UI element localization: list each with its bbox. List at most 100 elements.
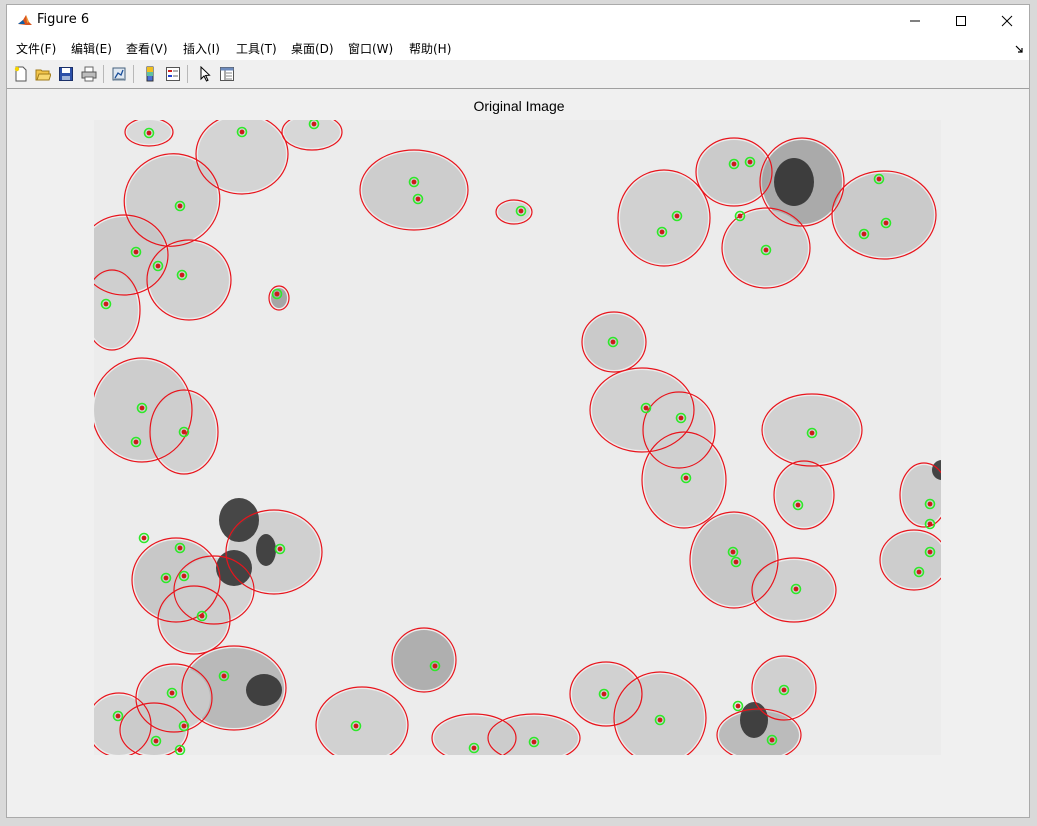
nucleus-marker <box>737 213 743 219</box>
legend-button[interactable] <box>163 64 183 84</box>
new-figure-button[interactable] <box>11 64 31 84</box>
title-bar[interactable]: Figure 6 <box>7 5 1029 36</box>
nucleus-marker <box>163 575 169 581</box>
minimize-button[interactable] <box>892 5 938 36</box>
print-button[interactable] <box>79 64 99 84</box>
edit-plot-button[interactable] <box>195 64 215 84</box>
cell-body <box>834 173 934 257</box>
open-file-button[interactable] <box>33 64 53 84</box>
maximize-button[interactable] <box>938 5 984 36</box>
maximize-icon <box>956 15 966 26</box>
menu-file[interactable]: 文件(F) <box>16 40 56 57</box>
print-icon <box>81 66 97 82</box>
cell-overlay-canvas <box>94 120 941 755</box>
nucleus-marker <box>763 247 769 253</box>
nucleus-marker <box>659 229 665 235</box>
nucleus-marker <box>809 430 815 436</box>
cell-body <box>764 396 860 464</box>
nucleus-marker <box>916 569 922 575</box>
nucleus-marker <box>657 717 663 723</box>
nucleus-marker <box>781 687 787 693</box>
cell-body <box>776 463 832 527</box>
nucleus-marker <box>103 301 109 307</box>
toolbar-separator <box>187 65 188 83</box>
menu-desktop[interactable]: 桌面(D) <box>291 40 334 57</box>
colorbar-icon <box>146 66 154 82</box>
nucleus-marker <box>115 713 121 719</box>
menu-help[interactable]: 帮助(H) <box>409 40 451 57</box>
link-plot-icon <box>112 67 126 81</box>
nucleus-marker <box>927 501 933 507</box>
nucleus-marker <box>179 272 185 278</box>
nucleus-marker <box>353 723 359 729</box>
nucleus-marker <box>674 213 680 219</box>
menu-bar: 文件(F) 编辑(E) 查看(V) 插入(I) 工具(T) 桌面(D) 窗口(W… <box>7 36 1029 60</box>
cell-body <box>698 140 770 204</box>
menu-tools[interactable]: 工具(T) <box>236 40 277 57</box>
nucleus-marker <box>199 613 205 619</box>
open-file-icon <box>35 69 51 81</box>
property-inspector-button[interactable] <box>217 64 237 84</box>
nucleus-marker <box>735 703 741 709</box>
nucleus-marker <box>731 161 737 167</box>
dark-debris <box>216 550 252 586</box>
nucleus-marker <box>155 263 161 269</box>
nucleus-marker <box>177 203 183 209</box>
nucleus-marker <box>133 439 139 445</box>
figure-toolbar <box>7 61 1029 89</box>
link-plot-button[interactable] <box>109 64 129 84</box>
nucleus-marker <box>927 521 933 527</box>
nucleus-marker <box>518 208 524 214</box>
cell-body <box>644 434 724 526</box>
nucleus-marker <box>769 737 775 743</box>
dark-debris <box>774 158 814 206</box>
menu-window[interactable]: 窗口(W) <box>348 40 393 57</box>
nucleus-marker <box>177 747 183 753</box>
nucleus-marker <box>683 475 689 481</box>
dark-debris <box>256 534 276 566</box>
axes-title: Original Image <box>473 98 565 114</box>
dark-debris <box>740 702 768 738</box>
menu-edit[interactable]: 编辑(E) <box>71 40 112 57</box>
legend-icon <box>166 67 180 81</box>
nucleus-marker <box>730 549 736 555</box>
nucleus-marker <box>432 663 438 669</box>
nucleus-marker <box>221 673 227 679</box>
close-button[interactable] <box>984 5 1030 36</box>
colorbar-button[interactable] <box>140 64 160 84</box>
nucleus-marker <box>471 745 477 751</box>
cell-body <box>149 242 229 318</box>
nucleus-marker <box>274 291 280 297</box>
nucleus-marker <box>610 339 616 345</box>
nucleus-marker <box>177 545 183 551</box>
matlab-logo-icon <box>17 13 33 29</box>
nucleus-marker <box>415 196 421 202</box>
nucleus-marker <box>239 129 245 135</box>
menu-insert[interactable]: 插入(I) <box>183 40 220 57</box>
new-figure-icon <box>14 66 27 82</box>
nucleus-marker <box>747 159 753 165</box>
close-icon <box>1001 15 1013 26</box>
nucleus-marker <box>153 738 159 744</box>
nucleus-marker <box>793 586 799 592</box>
toolbar-separator <box>103 65 104 83</box>
cell-body <box>620 172 708 264</box>
nucleus-marker <box>311 121 317 127</box>
nucleus-marker <box>181 723 187 729</box>
dock-arrow-icon[interactable] <box>1015 45 1023 53</box>
nucleus-marker <box>181 573 187 579</box>
nucleus-marker <box>146 130 152 136</box>
nucleus-marker <box>795 502 801 508</box>
nucleus-marker <box>139 405 145 411</box>
nucleus-marker <box>643 405 649 411</box>
segmented-cell-image[interactable] <box>94 120 941 755</box>
save-button[interactable] <box>56 64 76 84</box>
nucleus-marker <box>927 549 933 555</box>
menu-view[interactable]: 查看(V) <box>126 40 168 57</box>
toolbar-separator <box>133 65 134 83</box>
nucleus-marker <box>411 179 417 185</box>
nucleus-marker <box>181 429 187 435</box>
nucleus-marker <box>861 231 867 237</box>
cell-body <box>362 152 466 228</box>
minimize-icon <box>910 20 920 21</box>
